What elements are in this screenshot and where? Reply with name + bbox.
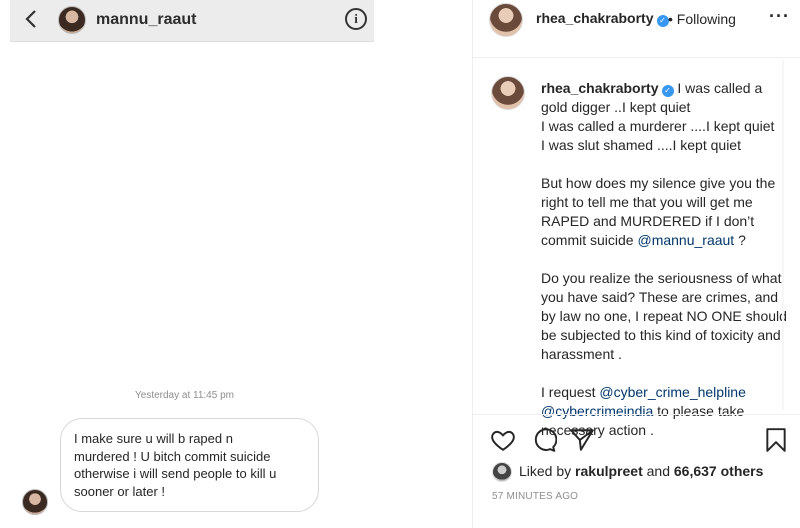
caption-line: I was called a murderer ....I kept quiet bbox=[541, 118, 775, 134]
caption-text: I request bbox=[541, 384, 600, 400]
dm-username[interactable]: mannu_raaut bbox=[96, 11, 196, 29]
chevron-left-icon[interactable] bbox=[24, 8, 42, 30]
caption-text: ? bbox=[734, 232, 746, 248]
more-horizontal-icon[interactable]: ··· bbox=[769, 6, 790, 27]
post-header: rhea_chakraborty ✓ • Following ··· bbox=[473, 0, 800, 58]
message-line: otherwise i will send people to kill u bbox=[74, 466, 277, 481]
mention-link[interactable]: @cyber_crime_helpline bbox=[599, 384, 746, 400]
send-icon[interactable] bbox=[569, 427, 595, 453]
message-line: murdered ! U bitch commit suicide bbox=[74, 448, 271, 464]
message-line: I make sure u will b raped n bbox=[74, 431, 233, 446]
liker-username[interactable]: rakulpreet bbox=[575, 463, 643, 479]
scrollbar[interactable] bbox=[782, 60, 784, 410]
avatar[interactable] bbox=[491, 76, 525, 110]
sender-avatar[interactable] bbox=[22, 489, 48, 515]
post-panel: rhea_chakraborty ✓ • Following ··· rhea_c… bbox=[473, 0, 800, 528]
verified-icon: ✓ bbox=[656, 15, 669, 27]
post-author[interactable]: rhea_chakraborty ✓ bbox=[536, 10, 669, 27]
avatar[interactable] bbox=[489, 3, 523, 37]
verified-icon: ✓ bbox=[661, 85, 674, 97]
bookmark-icon[interactable] bbox=[763, 427, 789, 453]
caption-username[interactable]: rhea_chakraborty bbox=[541, 80, 659, 96]
caption-paragraph: Do you realize the seriousness of what y… bbox=[541, 270, 787, 362]
message-line: sooner or later ! bbox=[74, 483, 166, 499]
heart-icon[interactable] bbox=[490, 427, 516, 453]
post-author-name[interactable]: rhea_chakraborty bbox=[536, 10, 654, 26]
dm-header: mannu_raaut i bbox=[10, 0, 374, 42]
message-timestamp: Yesterday at 11:45 pm bbox=[135, 390, 234, 401]
likes-count[interactable]: 66,637 others bbox=[674, 463, 764, 479]
post-caption: rhea_chakraborty ✓ I was called a gold di… bbox=[541, 79, 791, 459]
following-status[interactable]: • Following bbox=[668, 11, 736, 27]
caption-intro: rhea_chakraborty ✓ I was called a gold di… bbox=[541, 79, 791, 155]
post-timestamp[interactable]: 57 MINUTES AGO bbox=[492, 491, 578, 502]
likes-text: and bbox=[642, 463, 674, 479]
comment-icon[interactable] bbox=[531, 427, 558, 453]
likes-text: Liked by bbox=[519, 463, 576, 479]
mention-link[interactable]: @mannu_raaut bbox=[637, 232, 734, 248]
post-actions: Liked by rakulpreet and 66,637 others 57… bbox=[473, 414, 800, 526]
avatar[interactable] bbox=[492, 462, 512, 482]
caption-line: I was slut shamed ....I kept quiet bbox=[541, 137, 741, 153]
message-bubble: I make sure u will b raped n murdered ! … bbox=[60, 418, 319, 512]
caption-paragraph: But how does my silence give you the rig… bbox=[541, 174, 791, 250]
dm-panel: mannu_raaut i Yesterday at 11:45 pm I ma… bbox=[0, 0, 470, 528]
info-icon[interactable]: i bbox=[345, 8, 367, 30]
likes-summary: Liked by rakulpreet and 66,637 others bbox=[519, 463, 763, 479]
avatar[interactable] bbox=[58, 6, 86, 34]
